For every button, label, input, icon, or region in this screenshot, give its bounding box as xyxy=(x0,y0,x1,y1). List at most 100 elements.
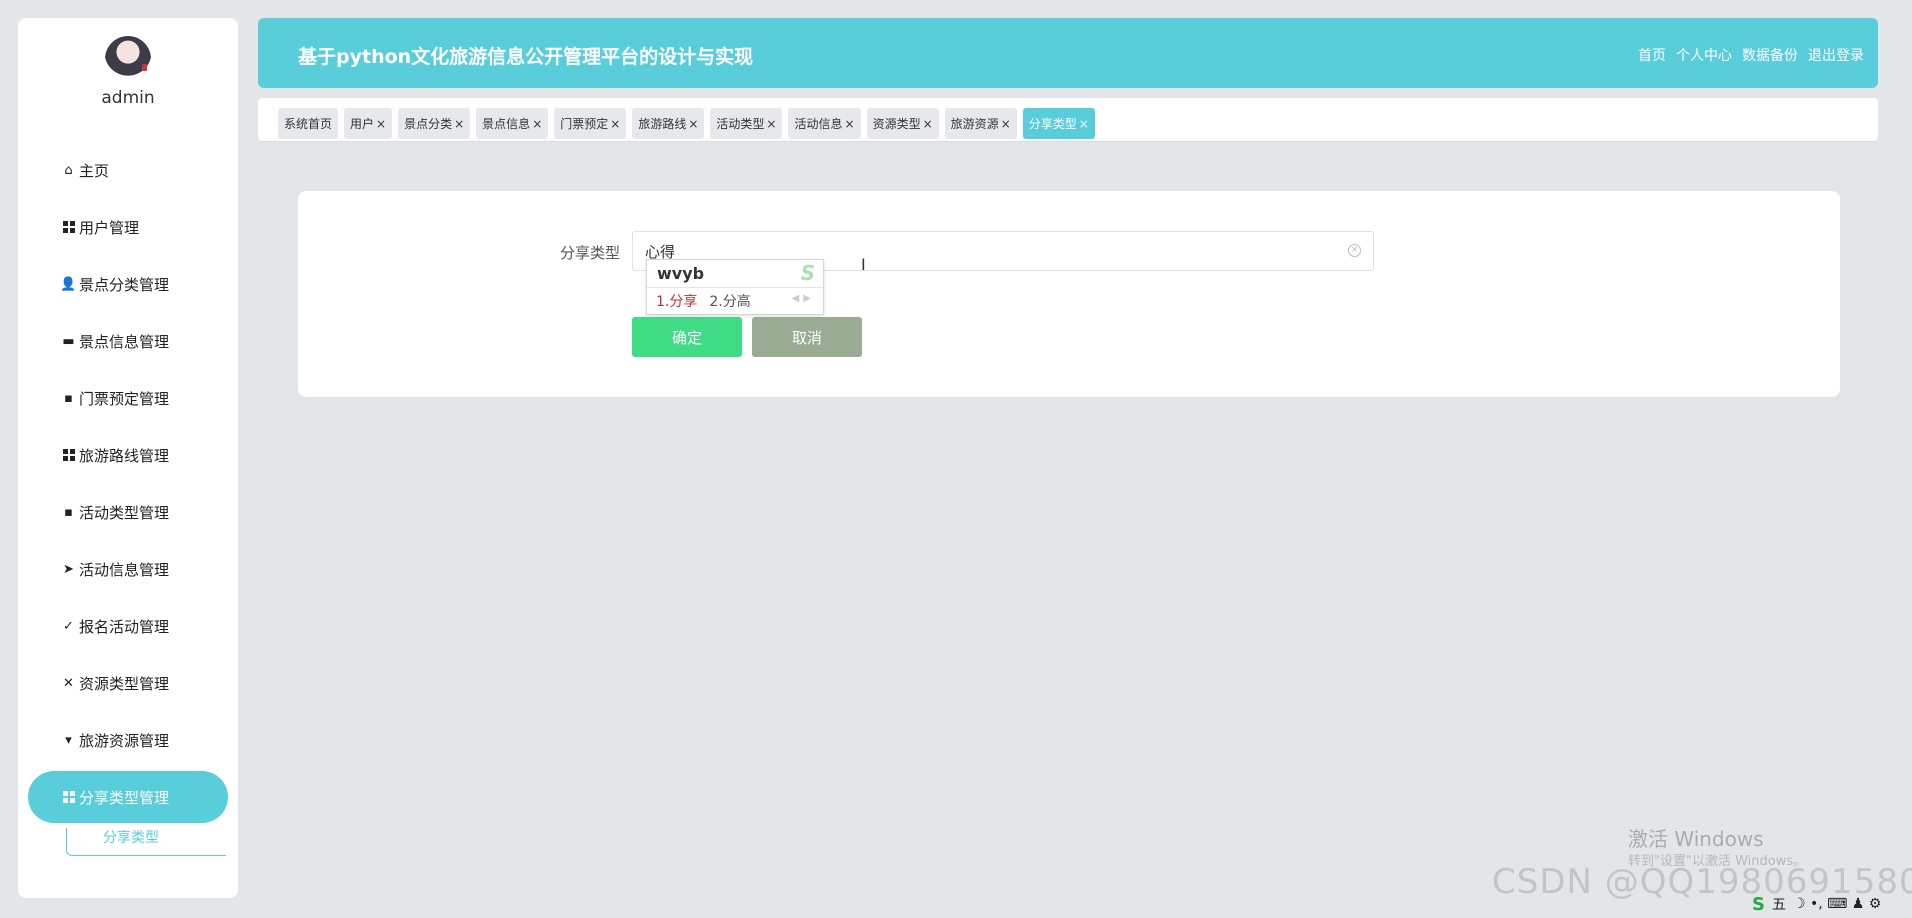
nav-backup[interactable]: 数据备份 xyxy=(1742,45,1798,65)
confirm-button[interactable]: 确定 xyxy=(632,317,742,357)
sidebar-item-label: 旅游路线管理 xyxy=(79,446,170,465)
sidebar-item-label: 门票预定管理 xyxy=(79,389,170,408)
nav-logout[interactable]: 退出登录 xyxy=(1808,45,1864,65)
sidebar-item-6[interactable]: ▪ 活动类型管理 xyxy=(28,486,228,538)
cancel-button[interactable]: 取消 xyxy=(752,317,862,357)
stamp-icon: ▾ xyxy=(65,732,72,748)
tab-close-icon[interactable]: × xyxy=(376,117,386,131)
ime-logo-icon: S xyxy=(800,261,816,285)
tab-close-icon[interactable]: × xyxy=(845,117,855,131)
home-icon: ⌂ xyxy=(64,162,73,178)
grid-icon xyxy=(61,220,76,235)
nav-profile[interactable]: 个人中心 xyxy=(1676,45,1732,65)
clipboard-check-icon: ✓ xyxy=(63,618,74,634)
tab-3[interactable]: 景点信息 × xyxy=(476,108,549,139)
tab-8[interactable]: 资源类型 × xyxy=(866,108,939,139)
sidebar-item-label: 报名活动管理 xyxy=(79,617,170,636)
tab-5[interactable]: 旅游路线 × xyxy=(632,108,705,139)
sidebar-item-1[interactable]: 用户管理 xyxy=(28,201,228,253)
sidebar-item-7[interactable]: ➤ 活动信息管理 xyxy=(28,543,228,595)
ime-composition: wvyb xyxy=(657,264,705,283)
tab-label: 系统首页 xyxy=(284,117,333,131)
share-type-label: 分享类型 xyxy=(560,244,621,262)
ime-candidates: 1.分享 2.分高 xyxy=(656,291,751,311)
tab-7[interactable]: 活动信息 × xyxy=(788,108,861,139)
app-title: 基于python文化旅游信息公开管理平台的设计与实现 xyxy=(298,46,754,68)
avatar[interactable] xyxy=(105,36,151,82)
tab-close-icon[interactable]: × xyxy=(610,117,620,131)
form-card: 分享类型 × 确定 取消 xyxy=(298,191,1840,397)
ime-tray-logo-icon[interactable]: S xyxy=(1752,894,1765,915)
tab-close-icon[interactable]: × xyxy=(1001,117,1011,131)
tab-label: 分享类型 xyxy=(1028,117,1077,131)
ime-divider xyxy=(647,287,823,288)
tab-0[interactable]: 系统首页 xyxy=(278,108,339,139)
sidebar-item-4[interactable]: ▪ 门票预定管理 xyxy=(28,372,228,424)
sidebar-item-3[interactable]: ▬ 景点信息管理 xyxy=(28,315,228,367)
sidebar-item-8[interactable]: ✓ 报名活动管理 xyxy=(28,600,228,652)
sidebar-item-label: 主页 xyxy=(79,161,110,180)
username: admin xyxy=(101,88,155,108)
tab-close-icon[interactable]: × xyxy=(532,117,542,131)
tab-close-icon[interactable]: × xyxy=(766,117,776,131)
person-icon: 👤 xyxy=(60,276,77,292)
briefcase-icon: ▬ xyxy=(62,333,75,349)
tab-2[interactable]: 景点分类 × xyxy=(398,108,471,139)
tab-label: 活动类型 xyxy=(716,117,765,131)
tab-close-icon[interactable]: × xyxy=(688,117,698,131)
ime-candidate-window: wvyb S 1.分享 2.分高 ◀▶ xyxy=(646,259,824,315)
tab-label: 景点信息 xyxy=(482,117,531,131)
windows-activation-title: 激活 Windows xyxy=(1628,827,1764,851)
grid-icon xyxy=(61,790,76,805)
tab-close-icon[interactable]: × xyxy=(454,117,464,131)
grid-icon xyxy=(61,448,76,463)
tab-label: 景点分类 xyxy=(404,117,453,131)
sidebar-menu: ⌂ 主页 用户管理 👤 景点分类管理 ▬ 景点信息管理 ▪ 门票预定管理 旅游路线管理 ▪ 活动类型管… xyxy=(28,144,228,828)
text-cursor-icon: I xyxy=(861,255,866,274)
sidebar-item-9[interactable]: ✕ 资源类型管理 xyxy=(28,657,228,709)
chat-icon: ▪ xyxy=(64,390,73,406)
sidebar-item-11[interactable]: 分享类型管理 xyxy=(28,771,228,823)
sidebar-item-label: 分享类型管理 xyxy=(79,788,170,807)
system-tray: S 五 ☽ •, ⌨ ♟ ⚙ xyxy=(1752,893,1881,915)
sidebar-item-label: 资源类型管理 xyxy=(79,674,170,693)
sidebar-item-0[interactable]: ⌂ 主页 xyxy=(28,144,228,196)
sidebar-item-2[interactable]: 👤 景点分类管理 xyxy=(28,258,228,310)
submenu-item-share-type[interactable]: 分享类型 xyxy=(103,828,159,848)
tab-close-icon[interactable]: × xyxy=(1079,117,1089,131)
tab-4[interactable]: 门票预定 × xyxy=(554,108,627,139)
tab-label: 资源类型 xyxy=(872,117,921,131)
sidebar-item-5[interactable]: 旅游路线管理 xyxy=(28,429,228,481)
tray-icons[interactable]: ☽ •, ⌨ ♟ ⚙ xyxy=(1793,896,1881,912)
sidebar-item-label: 活动信息管理 xyxy=(79,560,170,579)
sidebar-item-10[interactable]: ▾ 旅游资源管理 xyxy=(28,714,228,766)
submenu: 分享类型 xyxy=(66,828,226,856)
sidebar: admin ⌂ 主页 用户管理 👤 景点分类管理 ▬ 景点信息管理 ▪ 门票预定管理 旅游路线管理… xyxy=(18,18,238,898)
top-header: 基于python文化旅游信息公开管理平台的设计与实现 首页 个人中心 数据备份 … xyxy=(258,18,1878,88)
tabs-bar: 系统首页 用户 × 景点分类 × 景点信息 × 门票预定 × 旅游路线 × 活动类型 × 活动信息 × 资源类… xyxy=(258,98,1878,142)
ime-mode-indicator[interactable]: 五 xyxy=(1772,894,1786,914)
tab-label: 用户 xyxy=(350,117,375,131)
tab-label: 活动信息 xyxy=(794,117,843,131)
tabs: 系统首页 用户 × 景点分类 × 景点信息 × 门票预定 × 旅游路线 × 活动类型 × 活动信息 × 资源类… xyxy=(278,108,1095,139)
tab-label: 旅游路线 xyxy=(638,117,687,131)
sidebar-item-label: 旅游资源管理 xyxy=(79,731,170,750)
nav-home[interactable]: 首页 xyxy=(1638,45,1666,65)
top-nav: 首页 个人中心 数据备份 退出登录 xyxy=(1638,45,1864,65)
tab-1[interactable]: 用户 × xyxy=(344,108,393,139)
sidebar-item-label: 用户管理 xyxy=(79,218,140,237)
ime-page-arrows-icon[interactable]: ◀▶ xyxy=(792,293,815,304)
ime-candidate-2[interactable]: 2.分高 xyxy=(709,291,750,311)
tab-6[interactable]: 活动类型 × xyxy=(710,108,783,139)
tab-close-icon[interactable]: × xyxy=(923,117,933,131)
tab-9[interactable]: 旅游资源 × xyxy=(944,108,1017,139)
clipboard-x-icon: ✕ xyxy=(63,675,74,691)
sidebar-item-label: 景点分类管理 xyxy=(79,275,170,294)
user-profile: admin xyxy=(18,36,238,108)
ime-candidate-1[interactable]: 1.分享 xyxy=(656,291,697,311)
tab-10[interactable]: 分享类型 × xyxy=(1022,108,1095,139)
sidebar-item-label: 景点信息管理 xyxy=(79,332,170,351)
clear-icon[interactable]: × xyxy=(1348,244,1361,257)
send-icon: ➤ xyxy=(63,561,74,577)
message-icon: ▪ xyxy=(64,504,73,520)
